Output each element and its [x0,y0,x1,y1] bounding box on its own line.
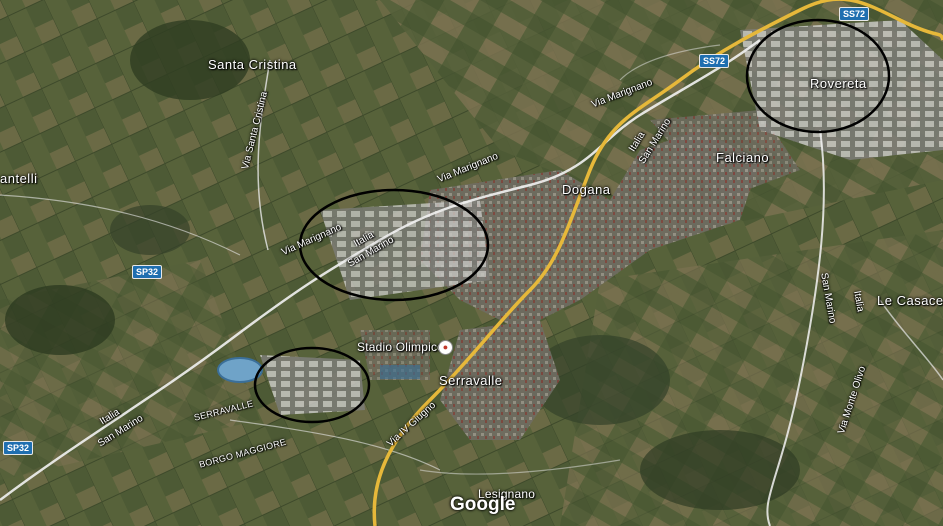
stadium-icon[interactable]: ● [438,340,453,355]
place-label-falciano: Falciano [716,150,770,165]
place-label-le-casace: Le Casace [877,293,943,308]
place-label-santa-cristina: Santa Cristina [208,57,297,72]
google-logo: Google [450,494,516,515]
road-shield-ss72-mid: SS72 [699,54,730,68]
place-label-dogana: Dogana [562,182,611,197]
satellite-map[interactable]: Santa Cristina antelli Dogana Falciano R… [0,0,943,526]
place-label-cantelli: antelli [0,171,38,186]
poi-label-stadio-olimpico: Stadio Olimpico [357,340,445,354]
map-imagery [0,0,943,526]
road-shield-ss72-top: SS72 [839,7,870,21]
road-shield-sp32-a: SP32 [132,265,163,279]
place-label-serravalle: Serravalle [439,373,503,388]
road-shield-sp32-b: SP32 [3,441,34,455]
place-label-rovereta: Rovereta [810,76,867,91]
